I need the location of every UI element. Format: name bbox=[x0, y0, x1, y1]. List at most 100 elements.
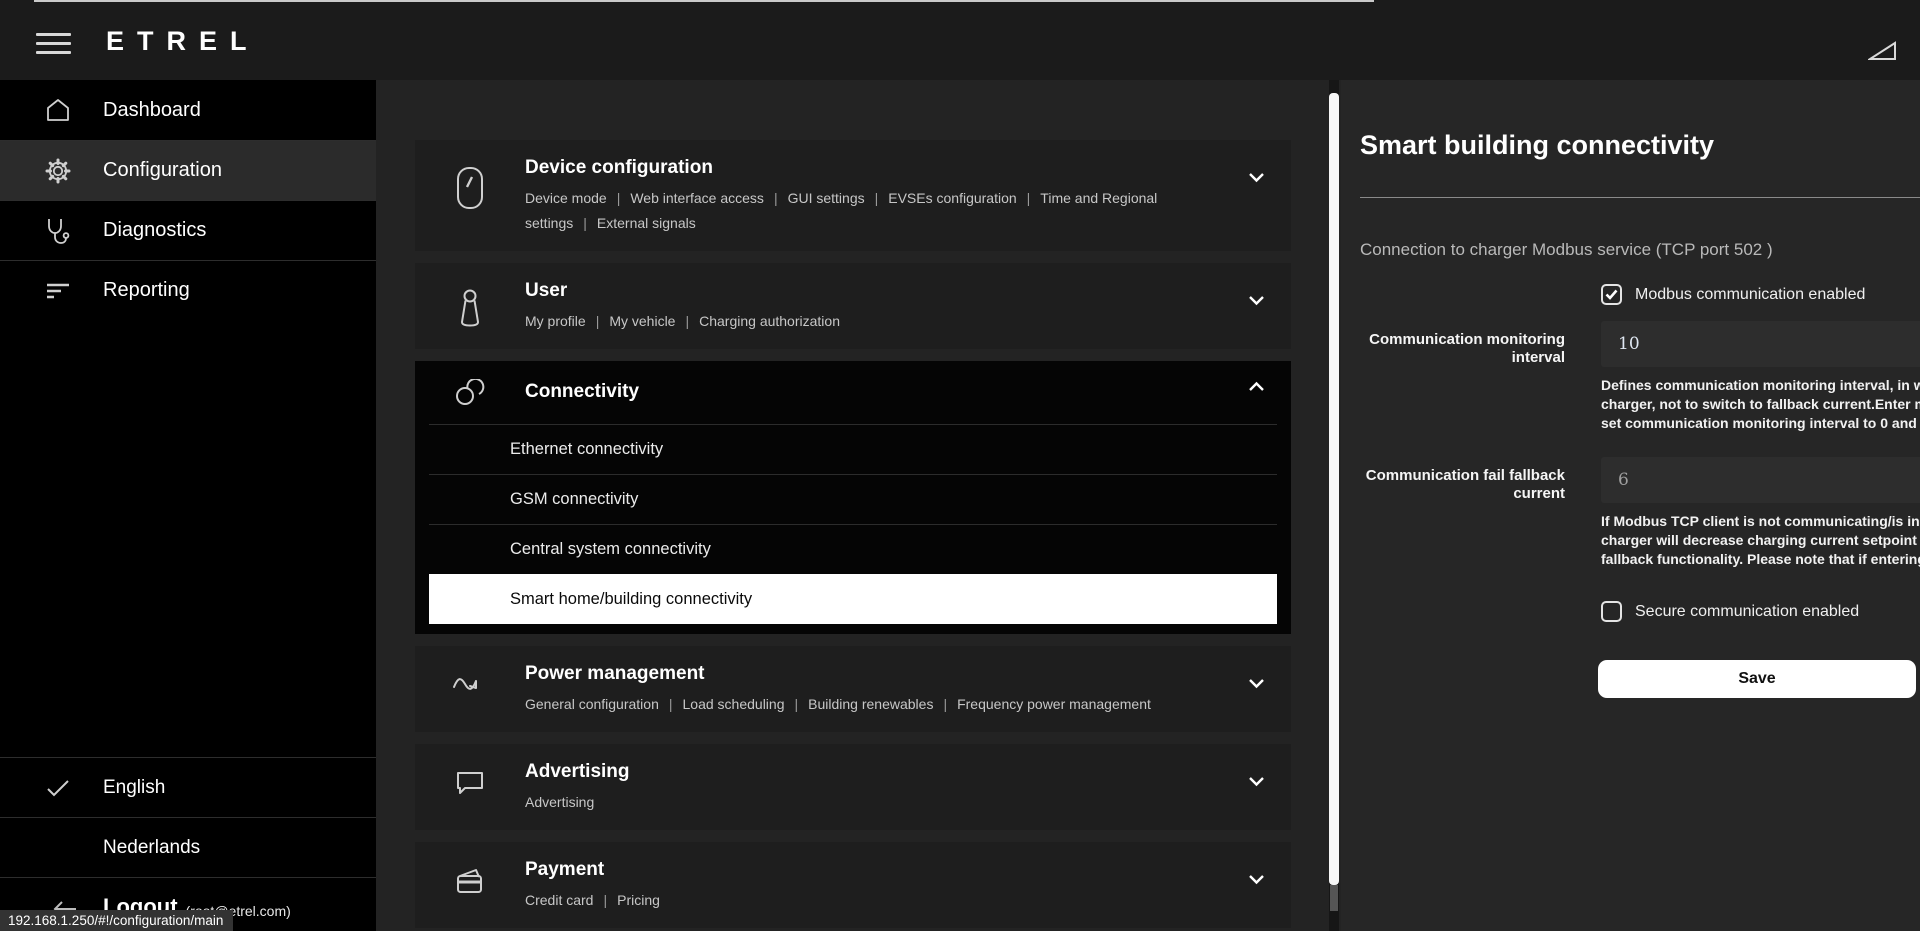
link-separator: | bbox=[596, 313, 600, 329]
section-links: Device mode | Web interface access | GUI set… bbox=[525, 186, 1221, 236]
link-separator: | bbox=[943, 696, 947, 712]
subitem-gsm-connectivity[interactable]: GSM connectivity bbox=[429, 474, 1277, 524]
link-separator: | bbox=[875, 190, 879, 206]
chevron-down-icon[interactable] bbox=[1248, 776, 1265, 787]
sidebar-item-label: Reporting bbox=[103, 279, 190, 302]
sidebar-item-diagnostics[interactable]: Diagnostics bbox=[0, 200, 376, 260]
payment-icon bbox=[415, 859, 525, 913]
section-link[interactable]: EVSEs configuration bbox=[888, 190, 1016, 206]
language-label: Nederlands bbox=[103, 837, 200, 859]
language-item-english[interactable]: English bbox=[0, 757, 376, 817]
stethoscope-icon bbox=[40, 217, 76, 245]
smart-building-connectivity-panel: Smart building connectivity Connection t… bbox=[1341, 80, 1920, 931]
field-label-communication-fail-fallback-current: Communication fail fallback current bbox=[1360, 457, 1565, 569]
section-link[interactable]: Charging authorization bbox=[699, 313, 840, 329]
field-description: If Modbus TCP client is not communicatin… bbox=[1601, 512, 1920, 569]
section-link[interactable]: My vehicle bbox=[609, 313, 675, 329]
sidebar-item-reporting[interactable]: Reporting bbox=[0, 260, 376, 320]
section-title[interactable]: Advertising bbox=[525, 761, 1221, 783]
language-item-nederlands[interactable]: Nederlands bbox=[0, 817, 376, 877]
vertical-scrollbar bbox=[1329, 80, 1339, 931]
subitem-central-system-connectivity[interactable]: Central system connectivity bbox=[429, 524, 1277, 574]
section-links: General configuration | Load scheduling | Bu… bbox=[525, 692, 1221, 717]
section-title[interactable]: Power management bbox=[525, 663, 1221, 685]
chevron-down-icon[interactable] bbox=[1248, 295, 1265, 306]
modbus-settings-form: Modbus communication enabled Communicati… bbox=[1360, 284, 1920, 698]
communication-fail-fallback-current-input[interactable] bbox=[1601, 457, 1920, 503]
sidebar-item-configuration[interactable]: Configuration bbox=[0, 140, 376, 200]
home-icon bbox=[40, 98, 76, 122]
section-title[interactable]: Device configuration bbox=[525, 157, 1221, 179]
secure-communication-enabled-checkbox[interactable]: Secure communication enabled bbox=[1601, 601, 1920, 622]
chevron-up-icon[interactable] bbox=[1248, 381, 1265, 392]
panel-subtitle: Connection to charger Modbus service (TC… bbox=[1360, 240, 1920, 260]
modbus-communication-enabled-checkbox[interactable]: Modbus communication enabled bbox=[1601, 284, 1920, 305]
checkbox-icon[interactable] bbox=[1601, 284, 1622, 305]
link-separator: | bbox=[669, 696, 673, 712]
section-title[interactable]: Payment bbox=[525, 859, 1221, 881]
sidebar-item-dashboard[interactable]: Dashboard bbox=[0, 80, 376, 140]
section-title[interactable]: User bbox=[525, 280, 1221, 302]
section-title[interactable]: Connectivity bbox=[525, 381, 1221, 403]
app-screen: ETREL Dashboard Config bbox=[0, 0, 1920, 931]
section-link[interactable]: Advertising bbox=[525, 794, 594, 810]
section-link[interactable]: Pricing bbox=[617, 892, 660, 908]
power-icon bbox=[415, 663, 525, 717]
user-icon bbox=[415, 280, 525, 334]
section-connectivity-header[interactable]: Connectivity bbox=[415, 361, 1291, 424]
sidebar-item-label: Dashboard bbox=[103, 99, 201, 122]
link-separator: | bbox=[1027, 190, 1031, 206]
checkmark-icon bbox=[40, 779, 76, 797]
field-description: Defines communication monitoring interva… bbox=[1601, 376, 1920, 433]
save-button[interactable]: Save bbox=[1598, 660, 1916, 698]
scrollbar-thumb[interactable] bbox=[1329, 93, 1339, 885]
checkbox-icon[interactable] bbox=[1601, 601, 1622, 622]
top-edge-line bbox=[34, 0, 1374, 2]
section-link[interactable]: External signals bbox=[597, 215, 696, 231]
section-link[interactable]: My profile bbox=[525, 313, 586, 329]
subitem-smart-home-building-connectivity[interactable]: Smart home/building connectivity bbox=[429, 574, 1277, 624]
link-separator: | bbox=[795, 696, 799, 712]
section-link[interactable]: GUI settings bbox=[788, 190, 865, 206]
report-icon bbox=[40, 281, 76, 301]
section-link[interactable]: Load scheduling bbox=[683, 696, 785, 712]
section-user[interactable]: User My profile|My vehicle|Charging auth… bbox=[415, 263, 1291, 349]
panel-title: Smart building connectivity bbox=[1360, 130, 1920, 161]
section-link[interactable]: Device mode bbox=[525, 190, 607, 206]
section-links: Advertising bbox=[525, 790, 1221, 815]
chevron-down-icon[interactable] bbox=[1248, 678, 1265, 689]
connectivity-subsection-list: Ethernet connectivity GSM connectivity C… bbox=[429, 424, 1277, 624]
sidebar-item-label: Diagnostics bbox=[103, 219, 206, 242]
section-links: Credit card | Pricing bbox=[525, 888, 1221, 913]
gear-icon bbox=[40, 157, 76, 185]
section-advertising[interactable]: Advertising Advertising bbox=[415, 744, 1291, 830]
configuration-section-list: Device configuration Device mode | Web int… bbox=[376, 80, 1331, 931]
sidebar-item-label: Configuration bbox=[103, 159, 222, 182]
section-device-configuration[interactable]: Device configuration Device mode | Web int… bbox=[415, 140, 1291, 251]
device-icon bbox=[415, 157, 525, 236]
checkbox-label: Secure communication enabled bbox=[1635, 603, 1859, 621]
section-link[interactable]: Credit card bbox=[525, 892, 593, 908]
link-separator: | bbox=[603, 892, 607, 908]
section-payment[interactable]: Payment Credit card | Pricing bbox=[415, 842, 1291, 928]
link-separator: | bbox=[617, 190, 621, 206]
sidebar: Dashboard Configuration Diagnostics bbox=[0, 80, 376, 931]
top-bar: ETREL bbox=[0, 0, 1920, 80]
connectivity-icon bbox=[415, 377, 525, 410]
section-links: My profile|My vehicle|Charging authoriza… bbox=[525, 309, 1221, 334]
subitem-ethernet-connectivity[interactable]: Ethernet connectivity bbox=[429, 424, 1277, 474]
communication-monitoring-interval-input[interactable] bbox=[1601, 321, 1920, 367]
chevron-down-icon[interactable] bbox=[1248, 874, 1265, 885]
section-link[interactable]: General configuration bbox=[525, 696, 659, 712]
field-label-communication-monitoring-interval: Communication monitoring interval bbox=[1360, 321, 1565, 433]
advertising-icon bbox=[415, 761, 525, 815]
hamburger-menu-icon[interactable] bbox=[36, 33, 71, 55]
section-link[interactable]: Building renewables bbox=[808, 696, 933, 712]
etrel-logo: ETREL bbox=[106, 26, 260, 57]
status-url-tooltip: 192.168.1.250/#!/configuration/main bbox=[0, 910, 233, 931]
section-link[interactable]: Web interface access bbox=[630, 190, 764, 206]
section-power-management[interactable]: Power management General configuration | L… bbox=[415, 646, 1291, 732]
section-link[interactable]: Frequency power management bbox=[957, 696, 1151, 712]
panel-divider bbox=[1360, 197, 1920, 198]
chevron-down-icon[interactable] bbox=[1248, 172, 1265, 183]
